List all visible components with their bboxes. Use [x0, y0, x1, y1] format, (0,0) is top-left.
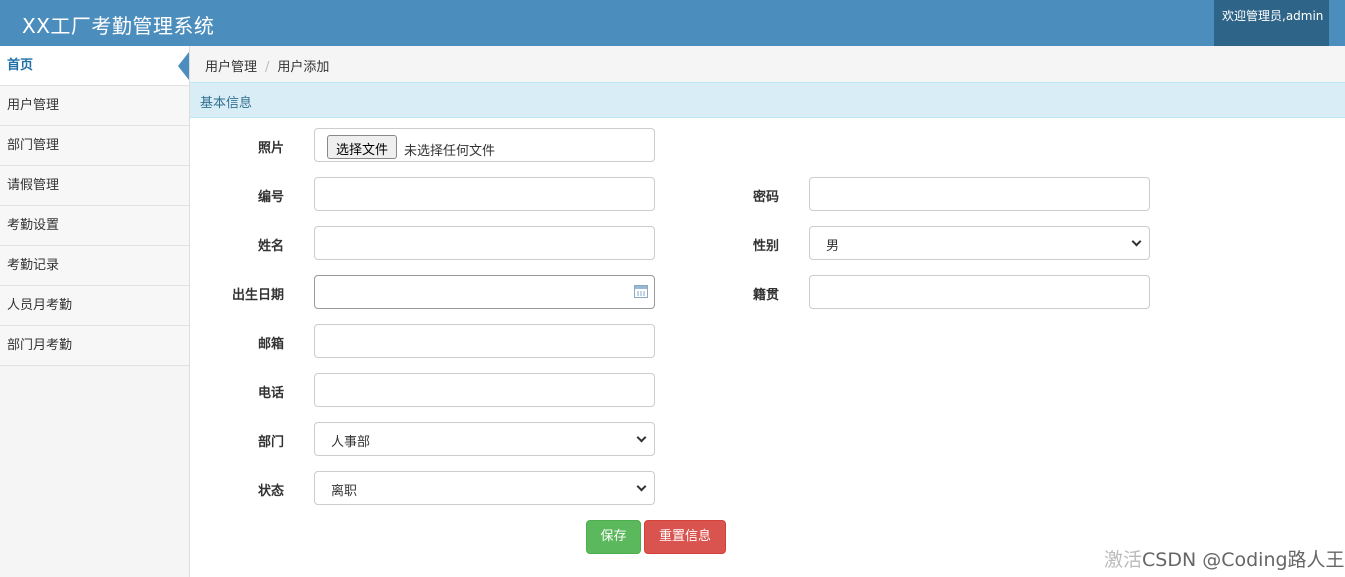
chevron-down-icon	[1131, 236, 1142, 247]
password-label: 密码	[752, 190, 779, 205]
status-selected: 离职	[331, 484, 358, 499]
sidebar-item-attendance-settings[interactable]: 考勤设置	[0, 206, 189, 246]
sidebar-item-users[interactable]: 用户管理	[0, 86, 189, 126]
birthdate-label: 出生日期	[231, 288, 284, 303]
breadcrumb: 用户管理 / 用户添加	[190, 46, 1345, 82]
sidebar-item-label: 请假管理	[7, 178, 60, 193]
status-label: 状态	[257, 484, 284, 499]
csdn-watermark: 激活CSDN @Coding路人王	[1104, 545, 1345, 572]
watermark-prefix: 激活	[1104, 549, 1143, 571]
chevron-down-icon	[636, 481, 647, 492]
native-place-label: 籍贯	[752, 288, 779, 303]
panel-heading: 基本信息	[190, 82, 1345, 118]
name-label: 姓名	[257, 239, 284, 254]
watermark-text: CSDN @Coding路人王	[1142, 549, 1345, 571]
password-input[interactable]	[809, 177, 1150, 211]
sidebar-item-label: 首页	[7, 58, 34, 73]
reset-button[interactable]: 重置信息	[644, 520, 726, 554]
save-button[interactable]: 保存	[586, 520, 641, 554]
sidebar-item-label: 考勤记录	[7, 258, 60, 273]
phone-label: 电话	[257, 386, 284, 401]
sidebar-item-dept-monthly[interactable]: 部门月考勤	[0, 326, 189, 366]
name-input[interactable]	[314, 226, 655, 260]
calendar-icon[interactable]	[634, 285, 648, 298]
sidebar-item-label: 部门管理	[7, 138, 60, 153]
sidebar-item-label: 人员月考勤	[7, 298, 73, 313]
breadcrumb-current: 用户添加	[277, 60, 330, 75]
photo-label: 照片	[257, 141, 284, 156]
number-input[interactable]	[314, 177, 655, 211]
photo-file-input[interactable]: 选择文件 未选择任何文件	[314, 128, 655, 162]
sidebar-item-departments[interactable]: 部门管理	[0, 126, 189, 166]
email-input[interactable]	[314, 324, 655, 358]
chevron-down-icon	[636, 432, 647, 443]
department-selected: 人事部	[331, 435, 371, 450]
sidebar-item-label: 部门月考勤	[7, 338, 73, 353]
native-place-input[interactable]	[809, 275, 1150, 309]
sidebar: 首页 用户管理 部门管理 请假管理 考勤设置 考勤记录 人员月考勤 部门月考勤	[0, 46, 190, 577]
birthdate-input[interactable]	[314, 275, 655, 309]
phone-input[interactable]	[314, 373, 655, 407]
sidebar-item-attendance-records[interactable]: 考勤记录	[0, 246, 189, 286]
gender-selected: 男	[826, 239, 840, 254]
sidebar-item-staff-monthly[interactable]: 人员月考勤	[0, 286, 189, 326]
sidebar-item-leave[interactable]: 请假管理	[0, 166, 189, 206]
app-title: XX工厂考勤管理系统	[22, 14, 215, 38]
number-label: 编号	[257, 190, 284, 205]
gender-label: 性别	[752, 239, 779, 254]
email-label: 邮箱	[257, 337, 284, 352]
sidebar-item-home[interactable]: 首页	[0, 46, 189, 86]
breadcrumb-parent[interactable]: 用户管理	[205, 60, 257, 75]
breadcrumb-separator: /	[265, 60, 270, 75]
department-select[interactable]: 人事部	[314, 422, 655, 456]
welcome-user[interactable]: 欢迎管理员,admin	[1214, 0, 1329, 46]
department-label: 部门	[257, 435, 284, 450]
sidebar-item-label: 用户管理	[7, 98, 60, 113]
sidebar-item-label: 考勤设置	[7, 218, 60, 233]
gender-select[interactable]: 男	[809, 226, 1150, 260]
choose-file-button[interactable]: 选择文件	[327, 135, 398, 159]
app-header: XX工厂考勤管理系统 欢迎管理员,admin	[0, 0, 1345, 46]
file-status: 未选择任何文件	[404, 144, 496, 159]
status-select[interactable]: 离职	[314, 471, 655, 505]
